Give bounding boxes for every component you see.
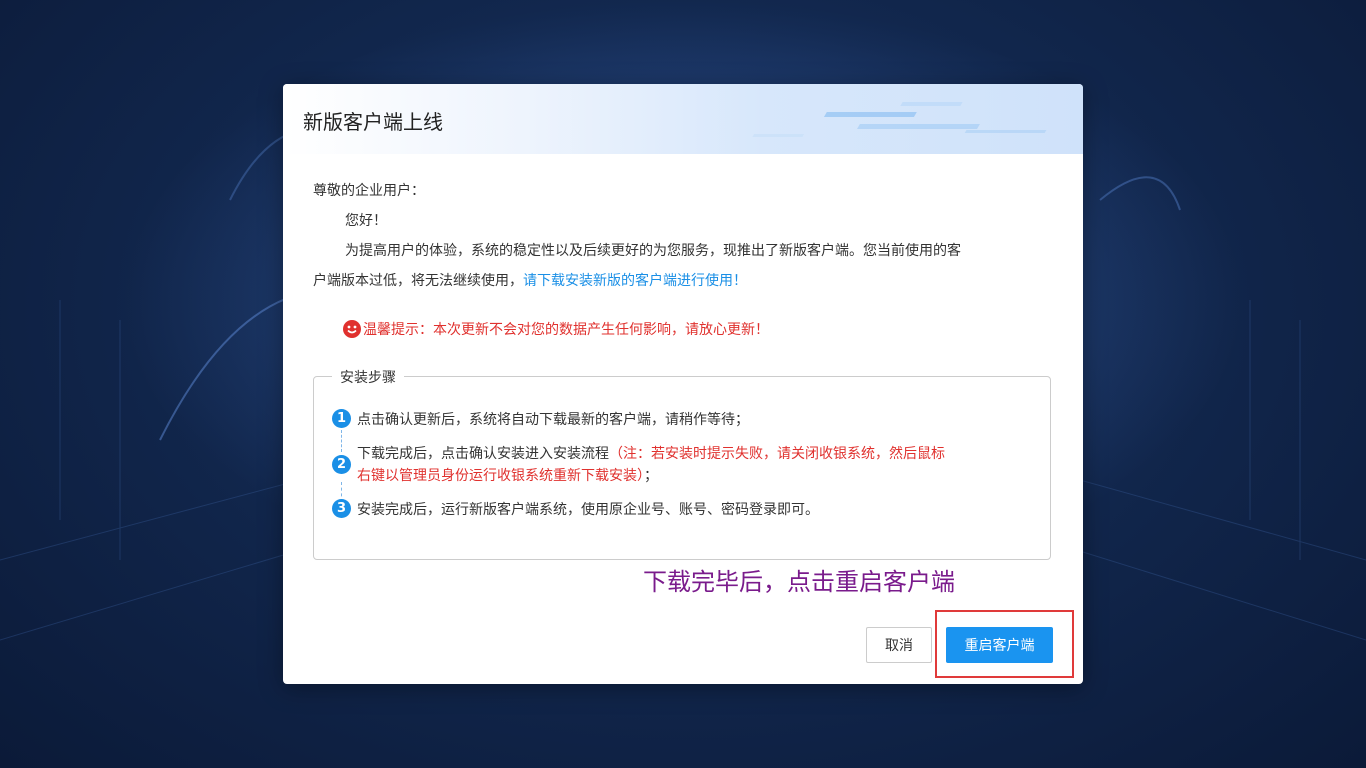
step-2: 2 下载完成后，点击确认安装进入安装流程（注：若安装时提示失败，请关闭收银系统，… <box>332 443 945 487</box>
warm-tip: 温馨提示：本次更新不会对您的数据产生任何影响，请放心更新！ <box>343 319 769 339</box>
smile-icon <box>343 320 361 338</box>
step-1: 1 点击确认更新后，系统将自动下载最新的客户端，请稍作等待； <box>332 409 749 431</box>
step-2-plain: 下载完成后，点击确认安装进入安装流程 <box>357 446 609 462</box>
annotation-text: 下载完毕后，点击重启客户端 <box>643 568 955 596</box>
step-number-1-icon: 1 <box>332 409 351 428</box>
intro-line-2: 户端版本过低，将无法继续使用，请下载安装新版的客户端进行使用！ <box>313 270 747 290</box>
dialog-title: 新版客户端上线 <box>303 110 443 134</box>
header-decoration <box>752 102 1047 137</box>
step-number-2-icon: 2 <box>332 455 351 474</box>
install-steps: 安装步骤 1 点击确认更新后，系统将自动下载最新的客户端，请稍作等待； 2 下载… <box>313 367 1051 560</box>
step-3: 3 安装完成后，运行新版客户端系统，使用原企业号、账号、密码登录即可。 <box>332 499 819 521</box>
step-number-3-icon: 3 <box>332 499 351 518</box>
step-3-text: 安装完成后，运行新版客户端系统，使用原企业号、账号、密码登录即可。 <box>357 502 819 518</box>
hello-text: 您好！ <box>345 213 387 229</box>
steps-legend: 安装步骤 <box>332 367 404 387</box>
greeting-text: 尊敬的企业用户： <box>313 183 425 199</box>
intro-line-2-text: 户端版本过低，将无法继续使用， <box>313 273 523 289</box>
tip-text: 温馨提示：本次更新不会对您的数据产生任何影响，请放心更新！ <box>363 322 769 338</box>
intro-line-1: 为提高用户的体验，系统的稳定性以及后续更好的为您服务，现推出了新版客户端。您当前… <box>345 243 961 259</box>
dialog-header: 新版客户端上线 <box>283 84 1083 154</box>
step-2-tail: ； <box>644 468 658 484</box>
step-2-note-1: （注：若安装时提示失败，请关闭收银系统，然后鼠标 <box>609 446 945 462</box>
cancel-button[interactable]: 取消 <box>866 627 932 663</box>
step-1-text: 点击确认更新后，系统将自动下载最新的客户端，请稍作等待； <box>357 412 749 428</box>
download-link[interactable]: 请下载安装新版的客户端进行使用！ <box>523 273 747 289</box>
step-2-text: 下载完成后，点击确认安装进入安装流程（注：若安装时提示失败，请关闭收银系统，然后… <box>357 443 945 487</box>
highlight-box <box>935 610 1074 678</box>
step-2-note-2: 右键以管理员身份运行收银系统重新下载安装） <box>357 468 644 484</box>
